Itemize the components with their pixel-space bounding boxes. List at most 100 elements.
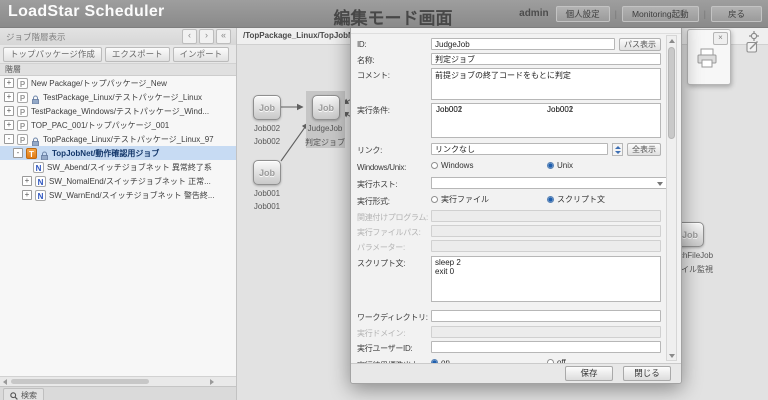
dialog-body: ID: パス表示 名称: コメント: 前提ジョブの終了コードをもとに判定	[351, 33, 681, 365]
job-node-glyph: Job	[259, 103, 275, 113]
export-button[interactable]: エクスポート	[105, 47, 170, 62]
back-button[interactable]: 戻る	[711, 6, 762, 22]
separator: |	[615, 9, 617, 19]
search-button[interactable]: 検索	[3, 388, 44, 400]
tree-item-top-pac-001[interactable]: + P TOP_PAC_001/トップパッケージ_001	[0, 118, 236, 132]
tree-item-label: TOP_PAC_001/トップパッケージ_001	[31, 120, 169, 131]
id-label: ID:	[357, 40, 366, 49]
expand-icon[interactable]: +	[22, 176, 32, 186]
exec-user-id-input[interactable]	[431, 341, 661, 353]
radio-exec-file[interactable]: 実行ファイル	[431, 194, 543, 205]
expand-icon[interactable]: +	[4, 106, 14, 116]
scrollbar-thumb[interactable]	[668, 47, 675, 139]
chevron-down-icon	[657, 182, 663, 186]
assoc-program-label: 関連付けプログラム:	[357, 212, 428, 223]
spin-down-icon	[615, 151, 621, 154]
tree-item-sw-nomalend[interactable]: + N SW_NomalEnd/スイッチジョブネット 正常...	[0, 174, 236, 188]
nav-collapse-button[interactable]: «	[216, 29, 231, 44]
tree-item-label: SW_NomalEnd/スイッチジョブネット 正常...	[49, 176, 211, 187]
job-node-name-label: Job001	[237, 202, 297, 211]
scroll-down-arrow[interactable]	[667, 351, 676, 360]
save-button[interactable]: 保存	[565, 366, 613, 381]
nav-next-button[interactable]: ›	[199, 29, 214, 44]
radio-script[interactable]: スクリプト文	[547, 194, 659, 205]
dialog-footer: 保存 閉じる	[351, 363, 681, 383]
name-input[interactable]	[431, 53, 661, 65]
tree-item-label: SW_WarnEnd/スイッチジョブネット 警告終...	[49, 190, 215, 201]
expand-icon[interactable]: +	[4, 120, 14, 130]
sidebar-footer: 検索	[0, 386, 236, 400]
link-input[interactable]	[431, 143, 608, 155]
printer-icon[interactable]	[696, 48, 718, 73]
tree-item-testpackage-windows[interactable]: + P TestPackage_Windows/テストパッケージ_Wind...	[0, 104, 236, 118]
personal-settings-button[interactable]: 個人設定	[556, 6, 610, 22]
create-top-package-button[interactable]: トップパッケージ作成	[3, 47, 102, 62]
job-tree: + P New Package/トップパッケージ_New + P TestPac…	[0, 76, 236, 376]
os-label: Windows/Unix:	[357, 163, 406, 172]
collapse-icon[interactable]: -	[4, 134, 14, 144]
scroll-right-arrow[interactable]	[210, 379, 214, 385]
exec-domain-label: 実行ドメイン:	[357, 328, 405, 339]
spinner-control[interactable]	[612, 143, 623, 156]
sidebar-toolbar: トップパッケージ作成 エクスポート インポート	[0, 45, 236, 64]
close-button[interactable]: 閉じる	[623, 366, 671, 381]
job-node-id-label: Job002	[237, 124, 297, 133]
job-node-judgejob[interactable]: Job	[312, 95, 340, 120]
script-textarea[interactable]: sleep 2 exit 0	[431, 256, 661, 302]
radio-unix[interactable]: Unix	[547, 161, 659, 170]
expand-icon[interactable]: +	[4, 78, 14, 88]
radio-icon-on	[547, 196, 554, 203]
work-dir-label: ワークディレクトリ:	[357, 312, 428, 323]
tree-item-label: New Package/トップパッケージ_New	[31, 78, 167, 89]
tree-item-topjobnet-selected[interactable]: - T TopJobNet/動作確認用ジョブ	[0, 146, 236, 160]
scroll-up-arrow[interactable]	[667, 36, 676, 45]
scroll-left-arrow[interactable]	[3, 379, 7, 385]
show-all-button[interactable]: 全表示	[627, 143, 661, 156]
comment-textarea[interactable]: 前提ジョブの終了コードをもとに判定	[431, 68, 661, 100]
radio-label: Windows	[441, 161, 473, 170]
sidebar-header: ジョブ階層表示 ‹ › «	[0, 27, 236, 46]
assoc-program-input	[431, 210, 661, 222]
tree-item-new-package[interactable]: + P New Package/トップパッケージ_New	[0, 76, 236, 90]
expand-icon[interactable]: +	[4, 92, 14, 102]
path-display-button[interactable]: パス表示	[619, 38, 661, 51]
radio-windows[interactable]: Windows	[431, 161, 543, 170]
dialog-scrollbar[interactable]	[666, 35, 677, 361]
switch-jobnet-icon: N	[35, 176, 46, 187]
radio-label: スクリプト文	[557, 194, 605, 205]
tree-item-sw-warnend[interactable]: + N SW_WarnEnd/スイッチジョブネット 警告終...	[0, 188, 236, 202]
work-dir-input[interactable]	[431, 310, 661, 322]
job-node-job001[interactable]: Job	[253, 160, 281, 185]
scrollbar-thumb[interactable]	[11, 379, 149, 384]
import-button[interactable]: インポート	[173, 47, 230, 62]
radio-icon-on	[547, 162, 554, 169]
job-node-glyph: Job	[259, 168, 275, 178]
nav-prev-button[interactable]: ‹	[182, 29, 197, 44]
tree-item-toppackage-linux-97[interactable]: - P TopPackage_Linux/テストパッケージ_Linux_97	[0, 132, 236, 146]
exec-type-label: 実行形式:	[357, 196, 390, 207]
lock-icon	[31, 92, 40, 102]
job-node-name-label: Job002	[237, 137, 297, 146]
tree-item-testpackage-linux[interactable]: + P TestPackage_Linux/テストパッケージ_Linux	[0, 90, 236, 104]
job-hierarchy-sidebar: ジョブ階層表示 ‹ › « トップパッケージ作成 エクスポート インポート 階層…	[0, 27, 237, 400]
app-header: LoadStar Scheduler 編集モード画面 admin 個人設定 | …	[0, 0, 768, 28]
jobnet-icon: T	[26, 148, 37, 159]
job-property-dialog: ジョブプロパティ編集 ID: パス表示 名称: コメント: 前提ジョブの終了コー…	[350, 15, 682, 384]
package-icon: P	[17, 106, 28, 117]
id-input[interactable]	[431, 38, 615, 50]
job-node-id-label: JudgeJob	[295, 124, 355, 133]
exec-host-combobox[interactable]	[431, 177, 667, 189]
job-node-name-label: 判定ジョブ	[295, 137, 355, 148]
monitoring-launch-button[interactable]: Monitoring起動	[622, 6, 699, 22]
job-node-job002[interactable]: Job	[253, 95, 281, 120]
collapse-icon[interactable]: -	[13, 148, 23, 158]
package-icon: P	[17, 134, 28, 145]
exec-condition-list[interactable]: Job001 Job001 Job002 Job002	[431, 103, 661, 138]
edit-note-icon[interactable]	[746, 40, 759, 58]
close-icon[interactable]: ×	[713, 32, 728, 45]
tree-item-sw-abend[interactable]: N SW_Abend/スイッチジョブネット 異常終了系	[0, 160, 236, 174]
exec-file-path-input	[431, 225, 661, 237]
expand-icon[interactable]: +	[22, 190, 32, 200]
radio-icon-off	[431, 196, 438, 203]
exec-host-label: 実行ホスト:	[357, 179, 397, 190]
